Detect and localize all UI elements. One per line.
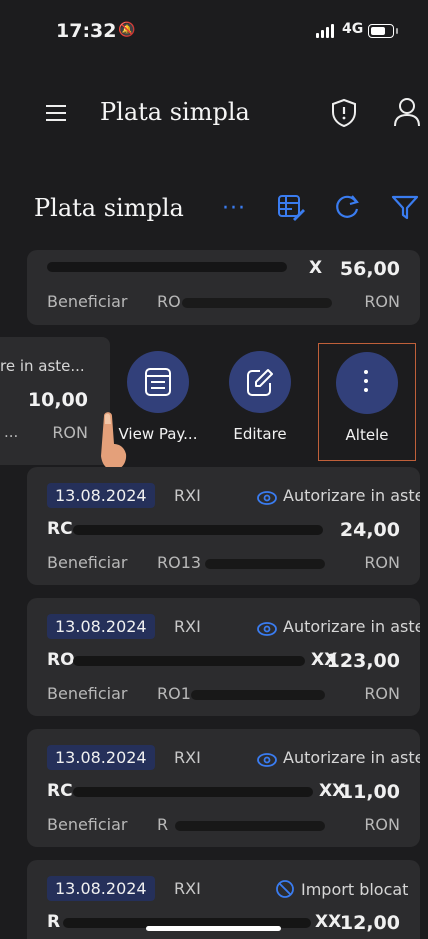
- redacted-iban: [73, 656, 305, 666]
- beneficiary-account: RO13: [157, 553, 202, 572]
- iban: RC: [47, 781, 73, 801]
- edit-button[interactable]: Editare: [212, 351, 308, 461]
- currency: RON: [364, 292, 400, 311]
- redacted-account: [205, 559, 325, 569]
- blocked-icon: [276, 880, 294, 898]
- status-text: Import blocat: [275, 879, 420, 899]
- kebab-icon: [364, 370, 368, 392]
- status-bar: 17:32 🔕 4G: [0, 0, 428, 60]
- iban-suffix: XX: [315, 912, 342, 932]
- payment-card[interactable]: 13.08.2024 RXI Autorizare in aste... RC …: [27, 467, 420, 585]
- date-badge: 13.08.2024: [47, 876, 155, 901]
- type-label: RXI: [174, 879, 201, 898]
- beneficiary-label: Beneficiar: [47, 553, 128, 572]
- type-label: RXI: [174, 748, 201, 767]
- currency: RON: [52, 423, 88, 442]
- amount: 56,00: [339, 258, 400, 280]
- currency: RON: [364, 684, 400, 703]
- edit-icon: [247, 369, 273, 396]
- filter-icon[interactable]: [390, 192, 420, 222]
- refresh-icon[interactable]: [332, 192, 362, 222]
- status-text: re in aste...: [0, 357, 85, 375]
- payment-card-partial[interactable]: re in aste... 10,00 ... RON: [0, 337, 110, 465]
- ellipsis: ...: [4, 423, 19, 441]
- battery-icon: [368, 24, 398, 38]
- status-time: 17:32: [56, 20, 117, 42]
- signal-icon: [316, 24, 336, 38]
- eye-icon: [257, 753, 277, 767]
- amount: 123,00: [326, 650, 400, 672]
- type-label: RXI: [174, 617, 201, 636]
- iban: X: [309, 258, 323, 278]
- status-label: Autorizare in aste...: [283, 748, 420, 767]
- amount: 12,00: [339, 912, 400, 934]
- iban: RO: [47, 650, 75, 670]
- amount: 10,00: [27, 389, 88, 411]
- redacted-account: [175, 821, 325, 831]
- redacted-iban: [47, 262, 287, 272]
- beneficiary-label: Beneficiar: [47, 815, 128, 834]
- date-badge: 13.08.2024: [47, 483, 155, 508]
- shield-alert-icon[interactable]: [330, 98, 358, 128]
- eye-icon: [257, 622, 277, 636]
- beneficiary-account: RO: [157, 292, 181, 311]
- status-text: Autorizare in aste...: [257, 617, 420, 636]
- date-badge: 13.08.2024: [47, 745, 155, 770]
- receipt-icon: [145, 368, 171, 396]
- status-text: Autorizare in aste...: [257, 748, 420, 767]
- amount: 11,00: [339, 781, 400, 803]
- redacted-account: [182, 298, 332, 308]
- redacted-iban: [73, 525, 323, 535]
- payment-card[interactable]: 13.08.2024 RXI Autorizare in aste... RC …: [27, 729, 420, 847]
- swipe-actions: View Pay... Editare Altele: [110, 337, 428, 465]
- other-actions-label: Altele: [345, 426, 389, 444]
- status-label: Autorizare in aste...: [283, 486, 420, 505]
- type-label: RXI: [174, 486, 201, 505]
- section-title: Plata simpla: [34, 194, 184, 222]
- user-icon[interactable]: [392, 96, 422, 128]
- date-badge: 13.08.2024: [47, 614, 155, 639]
- payment-card[interactable]: X 56,00 Beneficiar RO RON: [27, 250, 420, 325]
- edit-label: Editare: [233, 425, 287, 443]
- eye-icon: [257, 491, 277, 505]
- redacted-iban: [73, 787, 313, 797]
- iban: R: [47, 912, 61, 932]
- status-label: Import blocat: [301, 880, 409, 899]
- swiped-payment-row: re in aste... 10,00 ... RON View Pay...: [0, 337, 428, 465]
- redacted-account: [191, 690, 325, 700]
- page-title: Plata simpla: [100, 98, 250, 126]
- iban: RC: [47, 519, 73, 539]
- toolbar: Plata simpla ···: [0, 180, 428, 240]
- status-text: Autorizare in aste...: [257, 486, 420, 505]
- payment-card[interactable]: 13.08.2024 RXI Autorizare in aste... RO …: [27, 598, 420, 716]
- more-icon[interactable]: ···: [222, 196, 246, 221]
- beneficiary-account: R: [157, 815, 169, 834]
- amount: 24,00: [339, 519, 400, 541]
- currency: RON: [364, 553, 400, 572]
- bell-muted-icon: 🔕: [118, 22, 136, 38]
- menu-icon[interactable]: [46, 105, 66, 121]
- currency: RON: [364, 815, 400, 834]
- beneficiary-label: Beneficiar: [47, 292, 128, 311]
- other-actions-button[interactable]: Altele: [318, 343, 416, 461]
- app-header: Plata simpla: [0, 80, 428, 150]
- beneficiary-account: RO1: [157, 684, 191, 703]
- status-label: Autorizare in aste...: [283, 617, 420, 636]
- grid-edit-icon[interactable]: [276, 192, 306, 222]
- beneficiary-label: Beneficiar: [47, 684, 128, 703]
- home-indicator: [146, 926, 281, 931]
- tap-finger-icon: [101, 412, 127, 470]
- network-label: 4G: [342, 21, 364, 37]
